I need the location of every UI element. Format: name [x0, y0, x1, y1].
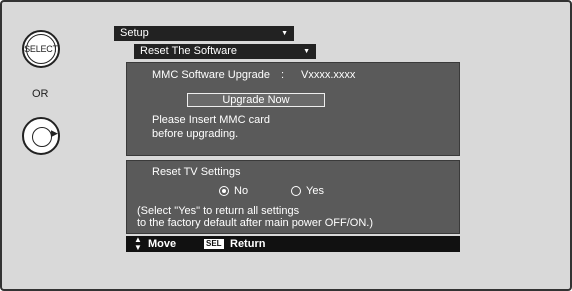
select-button[interactable]: SELECT: [22, 30, 60, 68]
right-arrow-icon: ▶: [51, 128, 58, 138]
instruction-line-2: before upgrading.: [152, 128, 239, 140]
radio-yes-label: Yes: [306, 185, 324, 197]
reset-tv-title: Reset TV Settings: [152, 166, 241, 178]
reset-note-line-2: to the factory default after main power …: [137, 217, 373, 229]
chevron-down-icon: ▼: [281, 30, 288, 37]
footer-bar: ▲ ▼ Move SEL Return: [126, 236, 460, 252]
move-label: Move: [148, 238, 177, 250]
radio-selected-icon: [219, 186, 229, 196]
return-label: Return: [230, 238, 266, 250]
navigation-button[interactable]: ▶: [22, 117, 60, 155]
software-upgrade-label: MMC Software Upgrade: [152, 69, 270, 81]
software-upgrade-panel: MMC Software Upgrade : Vxxxx.xxxx Upgrad…: [126, 62, 460, 156]
tv-screen-frame: SELECT OR ▶ Setup ▼ Reset The Software ▼…: [0, 0, 572, 291]
instruction-line-1: Please Insert MMC card: [152, 114, 270, 126]
setup-dropdown[interactable]: Setup ▼: [114, 26, 294, 41]
radio-no[interactable]: No: [219, 185, 248, 197]
reset-tv-panel: Reset TV Settings No Yes (Select "Yes" t…: [126, 160, 460, 234]
radio-yes[interactable]: Yes: [291, 185, 324, 197]
upgrade-now-button[interactable]: Upgrade Now: [187, 93, 325, 107]
up-down-arrows-icon: ▲ ▼: [134, 235, 142, 252]
reset-software-dropdown[interactable]: Reset The Software ▼: [134, 44, 316, 59]
software-version: Vxxxx.xxxx: [301, 69, 356, 81]
radio-no-label: No: [234, 185, 249, 197]
setup-dropdown-label: Setup: [120, 27, 149, 39]
software-upgrade-separator: :: [281, 69, 285, 81]
setup-menu: Setup ▼ Reset The Software ▼ MMC Softwar…: [114, 26, 462, 258]
radio-unselected-icon: [291, 186, 301, 196]
select-button-label: SELECT: [24, 44, 58, 54]
chevron-down-icon: ▼: [303, 48, 310, 55]
or-label: OR: [32, 88, 49, 100]
reset-software-dropdown-label: Reset The Software: [140, 45, 238, 57]
sel-key-icon: SEL: [204, 239, 224, 249]
reset-note-line-1: (Select "Yes" to return all settings: [137, 205, 300, 217]
